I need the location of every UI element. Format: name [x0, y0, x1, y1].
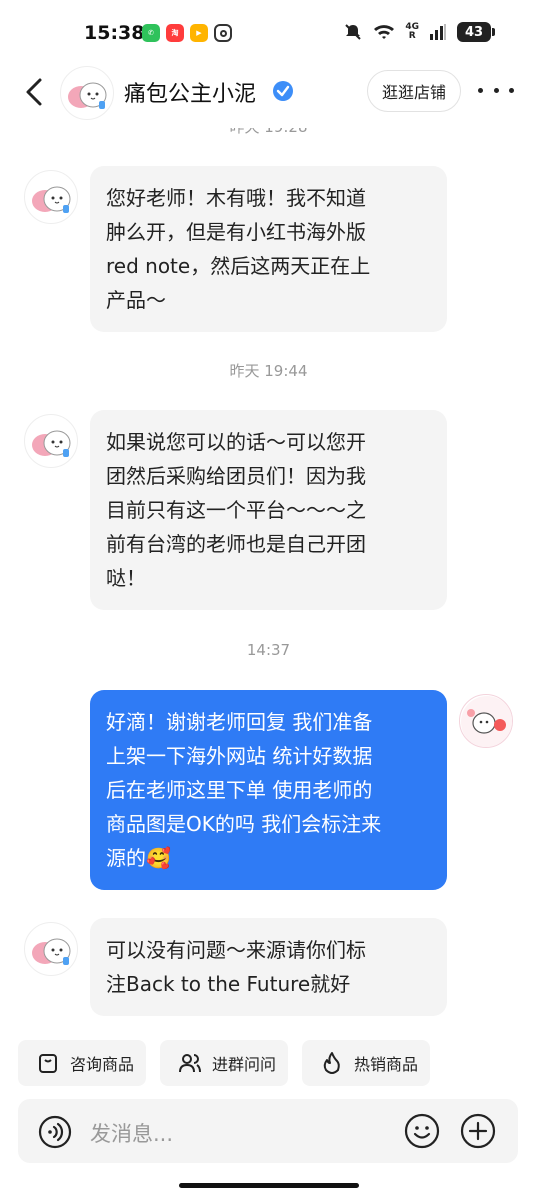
- message-line: 后在老师这里下单 使用老师的: [106, 778, 373, 802]
- visit-shop-button[interactable]: 逛逛店铺: [367, 70, 461, 112]
- message-line: 上架一下海外网站 统计好数据: [106, 744, 373, 768]
- message-line: 您好老师！木有哦！我不知道: [106, 186, 366, 210]
- shop-name[interactable]: 痛包公主小泥: [124, 76, 256, 108]
- cat-mascot-icon: [32, 938, 71, 965]
- message-bubble-outgoing[interactable]: 好滴！谢谢老师回复 我们准备 上架一下海外网站 统计好数据 后在老师这里下单 使…: [90, 690, 447, 890]
- video-icon: ▶: [190, 24, 208, 42]
- quick-action-hot[interactable]: 热销商品: [302, 1040, 431, 1086]
- message-line: 哒！: [106, 566, 146, 590]
- message-line: 肿么开，但是有小红书海外版: [106, 220, 366, 244]
- message-line: 可以没有问题～来源请你们标: [106, 938, 366, 962]
- user-avatar[interactable]: [459, 694, 513, 748]
- more-options-icon[interactable]: [478, 78, 514, 102]
- bear-mascot-icon: [461, 696, 512, 747]
- cat-mascot-icon: [32, 430, 71, 457]
- timestamp: 昨天 19:44: [229, 362, 308, 380]
- message-line: 商品图是OK的吗 我们会标注来: [106, 812, 382, 836]
- message-line: 团然后采购给团员们！因为我: [106, 464, 366, 488]
- emoji-icon[interactable]: [404, 1113, 440, 1149]
- partner-avatar[interactable]: [24, 922, 78, 976]
- status-bar: 15:38 ✆ 淘 ▶ 4G R 43: [0, 0, 537, 64]
- quick-action-consult[interactable]: 咨询商品: [18, 1040, 147, 1086]
- home-indicator[interactable]: [179, 1183, 359, 1188]
- partner-avatar[interactable]: [24, 170, 78, 224]
- taobao-icon: 淘: [166, 24, 184, 42]
- timestamp: 14:37: [246, 641, 291, 659]
- voice-input-icon[interactable]: [38, 1115, 72, 1149]
- group-icon: [179, 1054, 202, 1073]
- message-bubble-incoming[interactable]: 您好老师！木有哦！我不知道 肿么开，但是有小红书海外版 red note，然后这…: [90, 166, 447, 332]
- flame-icon: [323, 1052, 340, 1074]
- partner-avatar[interactable]: [24, 414, 78, 468]
- message-line: 目前只有这一个平台～～～之: [106, 498, 366, 522]
- mute-icon: [345, 24, 362, 40]
- add-attachment-icon[interactable]: [460, 1113, 496, 1149]
- message-line: 如果说您可以的话～可以您开: [106, 430, 366, 454]
- status-time: 15:38: [84, 22, 145, 44]
- cat-mascot-icon: [32, 186, 71, 213]
- message-line: red note，然后这两天正在上: [106, 254, 371, 278]
- message-bubble-incoming[interactable]: 可以没有问题～来源请你们标 注Back to the Future就好: [90, 918, 447, 1016]
- back-icon[interactable]: [20, 72, 52, 112]
- quick-action-label: 热销商品: [354, 1055, 419, 1074]
- instagram-icon: [214, 24, 232, 42]
- message-line: 注Back to the Future就好: [106, 972, 351, 996]
- message-line: 产品～: [106, 288, 166, 312]
- phone-icon: ✆: [142, 24, 160, 42]
- quick-actions: 咨询商品 进群问问 热销商品: [18, 1040, 431, 1086]
- shop-avatar[interactable]: [60, 66, 114, 120]
- wifi-icon: [374, 25, 395, 39]
- message-line: 好滴！谢谢老师回复 我们准备: [106, 710, 373, 734]
- quick-action-label: 进群问问: [212, 1055, 277, 1074]
- quick-action-label: 咨询商品: [70, 1055, 135, 1074]
- quick-action-group[interactable]: 进群问问: [160, 1040, 289, 1086]
- message-input[interactable]: 发消息...: [90, 1118, 173, 1148]
- bag-icon: [39, 1054, 57, 1073]
- message-bubble-incoming[interactable]: 如果说您可以的话～可以您开 团然后采购给团员们！因为我 目前只有这一个平台～～～…: [90, 410, 447, 610]
- network-indicator: 4G R: [405, 22, 419, 41]
- chat-header: 痛包公主小泥 逛逛店铺: [0, 58, 537, 128]
- message-input-bar: 发消息...: [18, 1099, 518, 1163]
- notification-icons: ✆ 淘 ▶: [142, 24, 232, 42]
- system-icons: 4G R 43: [343, 22, 495, 42]
- battery-icon: 43: [457, 22, 495, 42]
- signal-icon: [430, 24, 446, 40]
- message-line: 源的🥰: [106, 846, 171, 870]
- verified-badge-icon: [273, 81, 293, 101]
- message-line: 前有台湾的老师也是自己开团: [106, 532, 366, 556]
- cat-mascot-icon: [68, 82, 107, 109]
